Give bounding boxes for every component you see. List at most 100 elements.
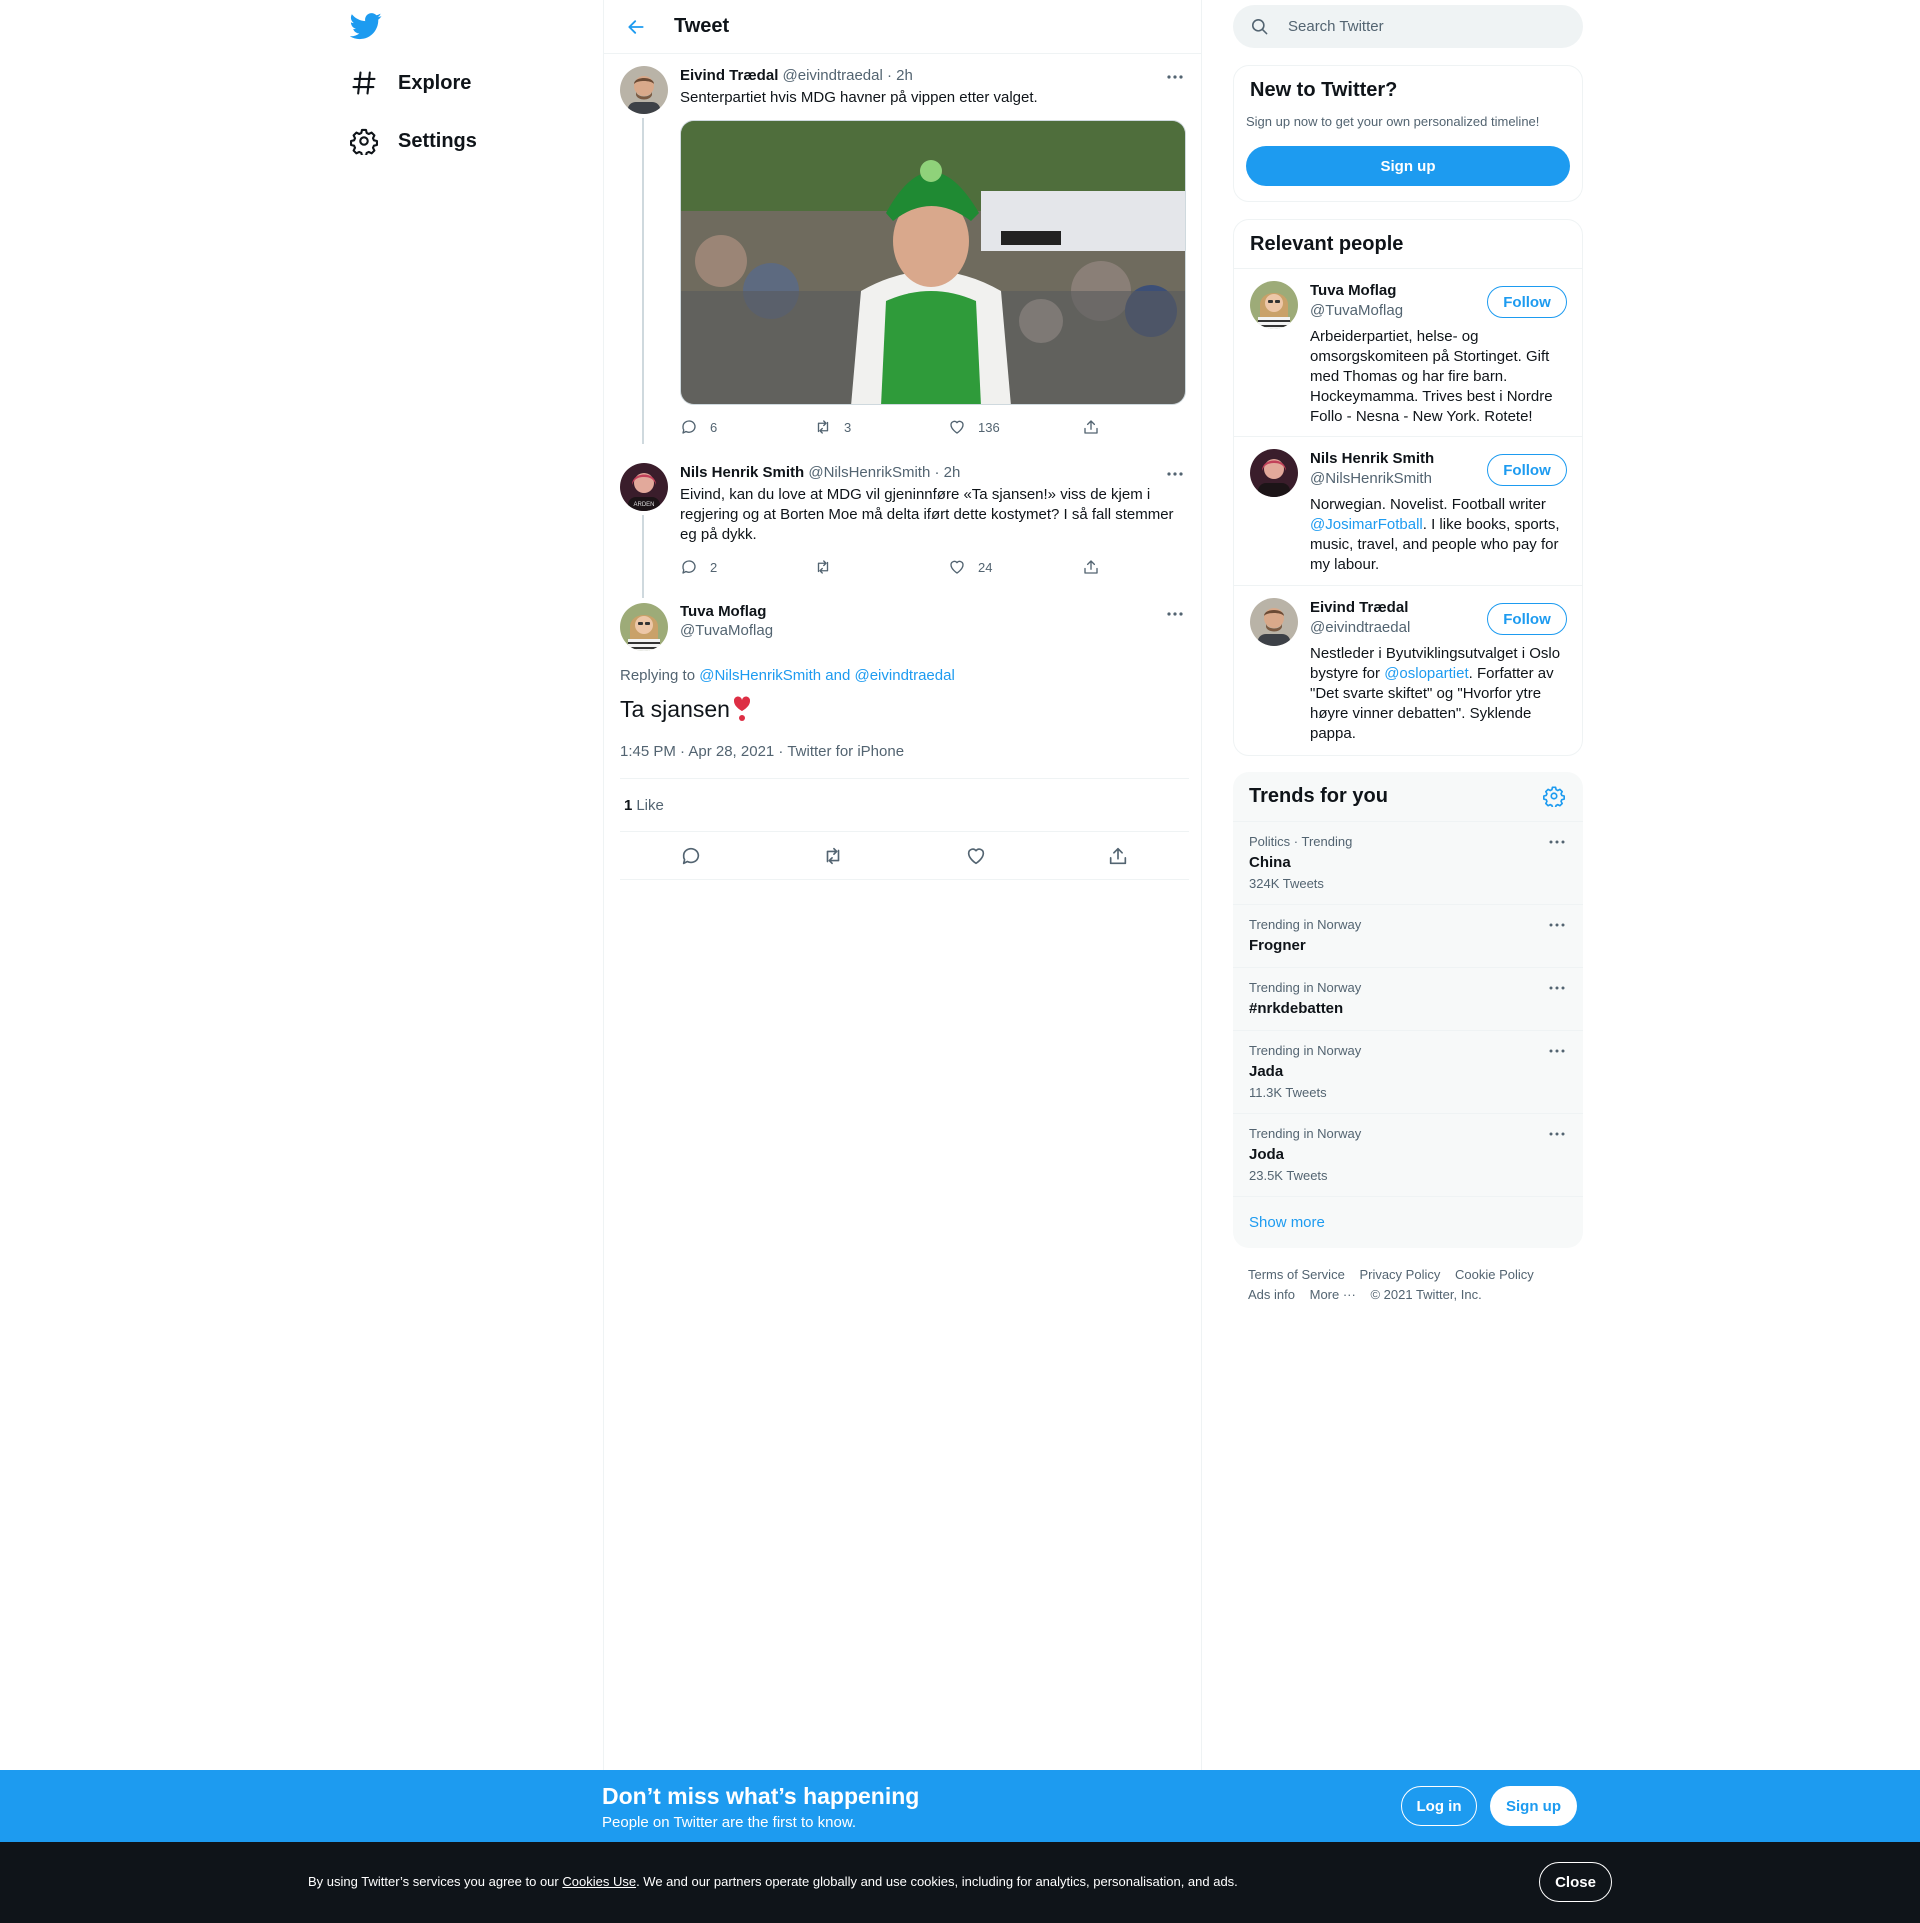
show-more-row[interactable]: Show more — [1233, 1196, 1583, 1248]
replying-to-link[interactable]: @NilsHenrikSmith and @eivindtraedal — [699, 667, 955, 684]
author-name[interactable]: Tuva Moflag — [680, 603, 1186, 620]
retweet-button[interactable] — [814, 558, 948, 576]
search-icon — [1233, 17, 1269, 36]
like-button[interactable]: 136 — [948, 418, 1082, 436]
reply-button[interactable]: 6 — [680, 418, 814, 436]
copyright: © 2021 Twitter, Inc. — [1370, 1287, 1482, 1302]
likes-summary[interactable]: 1 Like — [620, 778, 1189, 832]
trend-item[interactable]: Trending in Norway Frogner — [1233, 904, 1583, 967]
trend-context: Politics · Trending — [1249, 834, 1353, 849]
avatar[interactable] — [1250, 598, 1298, 646]
person-row[interactable]: Nils Henrik Smith @NilsHenrikSmith Norwe… — [1234, 436, 1582, 585]
retweet-icon[interactable] — [822, 845, 844, 867]
heart-icon — [948, 558, 978, 576]
thread-line — [642, 118, 644, 444]
share-button[interactable] — [1082, 418, 1122, 436]
hashtag-icon — [350, 69, 378, 97]
cookie-text-after: . We and our partners operate globally a… — [636, 1874, 1238, 1889]
trend-name: China — [1249, 854, 1291, 871]
trend-name: Jada — [1249, 1063, 1284, 1080]
cookies-use-link[interactable]: Cookies Use — [562, 1874, 636, 1889]
tweet-timestamp[interactable]: 1:45 PM · Apr 28, 2021 · Twitter for iPh… — [620, 743, 904, 760]
author-handle[interactable]: @eivindtraedal — [783, 67, 883, 84]
gear-icon[interactable] — [1543, 785, 1567, 809]
card-title: New to Twitter? — [1250, 79, 1398, 101]
heart-icon — [948, 418, 978, 436]
reply-button[interactable]: 2 — [680, 558, 814, 576]
search-input[interactable] — [1288, 18, 1558, 35]
footer-link[interactable]: Cookie Policy — [1455, 1267, 1534, 1282]
nav-item-explore[interactable]: Explore — [350, 59, 471, 107]
author-handle[interactable]: @NilsHenrikSmith — [808, 464, 930, 481]
author-handle[interactable]: @TuvaMoflag — [680, 622, 1186, 639]
gear-icon — [350, 127, 378, 155]
follow-button[interactable]: Follow — [1487, 454, 1567, 486]
tweet-time[interactable]: 2h — [944, 464, 961, 481]
bio-mention-link[interactable]: @JosimarFotball — [1310, 516, 1423, 533]
trend-item[interactable]: Trending in Norway #nrkdebatten — [1233, 967, 1583, 1030]
promo-title: Don’t miss what’s happening — [602, 1783, 920, 1809]
share-button[interactable] — [1082, 558, 1122, 576]
retweet-button[interactable]: 3 — [814, 418, 948, 436]
avatar[interactable] — [620, 603, 668, 651]
sign-up-button[interactable]: Sign up — [1490, 1786, 1577, 1826]
trend-count: 324K Tweets — [1249, 876, 1324, 891]
more-options-icon[interactable] — [1164, 66, 1186, 88]
bio-mention-link[interactable]: @oslopartiet — [1384, 665, 1468, 682]
footer-link[interactable]: More ··· — [1310, 1287, 1356, 1302]
show-more-link[interactable]: Show more — [1249, 1214, 1325, 1231]
trend-item[interactable]: Trending in Norway Jada 11.3K Tweets — [1233, 1030, 1583, 1113]
like-button[interactable]: 24 — [948, 558, 1082, 576]
thread-tweet[interactable]: ARDEN Nils Henrik Smith @NilsHenrikSmith… — [620, 463, 1189, 598]
twitter-bird-icon[interactable] — [350, 10, 382, 42]
thread-tweet[interactable]: Eivind Trædal @eivindtraedal · 2h Senter… — [620, 66, 1189, 444]
more-options-icon[interactable] — [1164, 463, 1186, 485]
tweet-header: Nils Henrik Smith @NilsHenrikSmith · 2h — [680, 463, 1186, 483]
reply-count: 6 — [710, 419, 718, 435]
avatar[interactable] — [1250, 281, 1298, 329]
avatar[interactable] — [1250, 449, 1298, 497]
tweet-actions: 2 24 — [680, 557, 1186, 577]
arrow-left-icon — [626, 17, 646, 37]
follow-button[interactable]: Follow — [1487, 286, 1567, 318]
close-button[interactable]: Close — [1539, 1862, 1612, 1902]
focal-tweet-header: Tuva Moflag @TuvaMoflag — [620, 603, 1189, 663]
trend-name: Frogner — [1249, 937, 1306, 954]
footer-link[interactable]: Privacy Policy — [1359, 1267, 1440, 1282]
back-button[interactable] — [618, 9, 654, 45]
tweet-time[interactable]: 2h — [896, 67, 913, 84]
search-bar[interactable] — [1233, 5, 1583, 48]
more-options-icon[interactable] — [1547, 1041, 1567, 1061]
footer-link[interactable]: Ads info — [1248, 1287, 1295, 1302]
heart-icon[interactable] — [965, 845, 987, 867]
sign-up-button[interactable]: Sign up — [1246, 146, 1570, 186]
footer-link[interactable]: Terms of Service — [1248, 1267, 1345, 1282]
more-options-icon[interactable] — [1164, 603, 1186, 625]
page-title: Tweet — [674, 15, 730, 37]
like-count: 136 — [978, 419, 1000, 435]
reply-icon — [680, 418, 710, 436]
person-row[interactable]: Tuva Moflag @TuvaMoflag Arbeiderpartiet,… — [1234, 268, 1582, 436]
like-count: 1 — [624, 796, 633, 814]
more-options-icon[interactable] — [1547, 978, 1567, 998]
more-options-icon[interactable] — [1547, 1124, 1567, 1144]
log-in-button[interactable]: Log in — [1401, 1786, 1477, 1826]
share-icon[interactable] — [1107, 845, 1129, 867]
trend-item[interactable]: Politics · Trending China 324K Tweets — [1233, 821, 1583, 904]
trend-context: Trending in Norway — [1249, 980, 1362, 995]
trend-item[interactable]: Trending in Norway Joda 23.5K Tweets — [1233, 1113, 1583, 1196]
reply-icon[interactable] — [680, 845, 702, 867]
cookie-banner: By using Twitter’s services you agree to… — [0, 1842, 1920, 1923]
more-options-icon[interactable] — [1547, 832, 1567, 852]
person-row[interactable]: Eivind Trædal @eivindtraedal Nestleder i… — [1234, 585, 1582, 755]
nav-label: Explore — [398, 71, 472, 94]
author-name[interactable]: Nils Henrik Smith — [680, 464, 804, 481]
more-options-icon[interactable] — [1547, 915, 1567, 935]
tweet-media-image[interactable] — [680, 120, 1186, 405]
avatar[interactable] — [620, 66, 668, 114]
avatar[interactable]: ARDEN — [620, 463, 668, 511]
tweet-text: Senterpartiet hvis MDG havner på vippen … — [680, 89, 1038, 106]
follow-button[interactable]: Follow — [1487, 603, 1567, 635]
author-name[interactable]: Eivind Trædal — [680, 67, 778, 84]
nav-item-settings[interactable]: Settings — [350, 117, 477, 165]
